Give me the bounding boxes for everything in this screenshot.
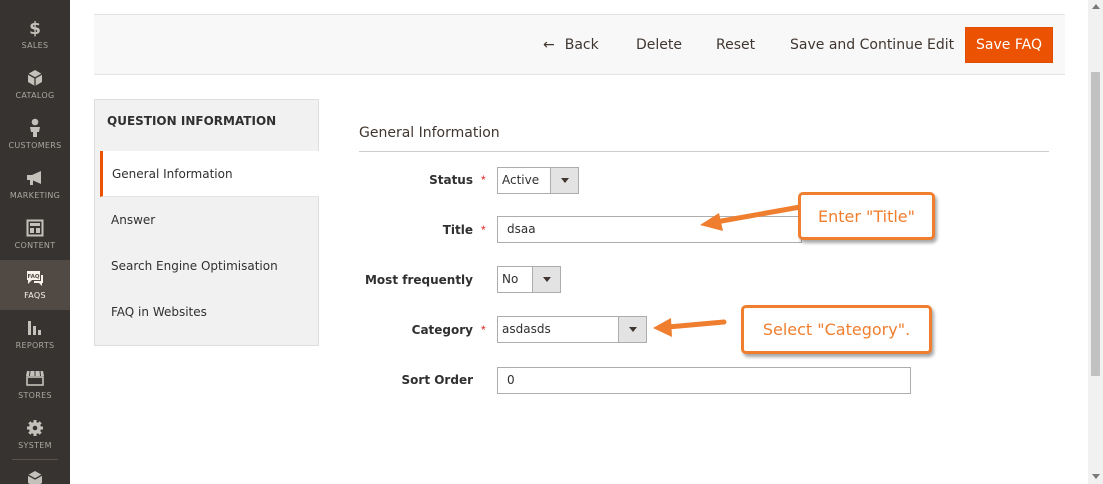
back-button-label: Back [564,37,599,53]
status-select[interactable]: Active [497,167,579,194]
most-frequently-select[interactable]: No [497,266,561,293]
status-label: Status [429,173,473,187]
tabs-title: QUESTION INFORMATION [107,114,277,128]
fieldset-divider [359,151,1049,152]
page-scrollbar[interactable] [1088,0,1103,484]
save-faq-button[interactable]: Save FAQ [965,27,1053,63]
megaphone-icon [25,168,45,188]
scroll-thumb[interactable] [1091,72,1100,376]
sidebar-item-label: FAQS [24,291,46,300]
admin-sidebar: $ SALES CATALOG CUSTOMERS MARKETING CONT… [0,0,70,484]
sidebar-item-content[interactable]: CONTENT [0,210,70,260]
sidebar-item-label: CONTENT [14,241,56,250]
sort-order-input[interactable]: 0 [497,367,911,394]
dollar-icon: $ [25,18,45,38]
sidebar-item-marketing[interactable]: MARKETING [0,160,70,210]
delete-button[interactable]: Delete [636,15,682,75]
sidebar-item-sales[interactable]: $ SALES [0,10,70,60]
box-icon [25,470,45,484]
chevron-down-icon [550,168,578,193]
sidebar-item-label: REPORTS [15,341,55,350]
title-label: Title [442,223,473,237]
required-marker: * [481,223,486,237]
title-callout: Enter "Title" [798,192,935,240]
storefront-icon [25,368,45,388]
most-frequently-label: Most frequently [364,273,473,287]
svg-text:FAQ: FAQ [27,274,39,280]
category-select-value: asdasds [502,322,551,336]
chevron-down-icon [532,267,560,292]
status-select-value: Active [502,173,540,187]
sidebar-item-label: MARKETING [9,191,61,200]
required-marker: * [481,323,486,337]
sidebar-item-label: CATALOG [15,91,55,100]
question-information-tabs: QUESTION INFORMATION General Information… [94,99,319,346]
category-arrow [653,318,727,337]
sidebar-item-faqs[interactable]: FAQ FAQS [0,260,70,310]
arrow-left-icon: ← [543,37,555,53]
sidebar-item-reports[interactable]: REPORTS [0,310,70,360]
sidebar-item-label: SALES [21,41,49,50]
sort-order-label: Sort Order [401,373,473,387]
page-actions-bar: ← Back Delete Reset Save and Continue Ed… [94,14,1065,75]
layout-icon [25,218,45,238]
chevron-down-icon [618,317,646,342]
tab-faq-in-websites[interactable]: FAQ in Websites [100,289,319,335]
sidebar-item-label: CUSTOMERS [8,141,62,150]
sidebar-item-label: SYSTEM [18,441,52,450]
most-frequently-select-value: No [502,272,519,286]
faq-chat-icon: FAQ [25,268,45,288]
sidebar-item-customers[interactable]: CUSTOMERS [0,110,70,160]
gear-icon [25,418,45,438]
svg-text:$: $ [29,19,41,38]
category-select[interactable]: asdasds [497,316,647,343]
tab-answer[interactable]: Answer [100,197,319,243]
sidebar-item-label: STORES [18,391,52,400]
save-and-continue-button[interactable]: Save and Continue Edit [790,15,954,75]
fieldset-title: General Information [359,125,500,141]
cube-icon [25,68,45,88]
scroll-up-icon[interactable] [1092,4,1100,9]
title-input[interactable]: dsaa [497,216,802,243]
bar-chart-icon [25,318,45,338]
reset-button[interactable]: Reset [716,15,755,75]
sidebar-divider [12,459,58,460]
category-label: Category [411,323,473,337]
sidebar-item-extensions[interactable] [0,462,70,484]
scroll-down-icon[interactable] [1092,474,1100,479]
sidebar-item-system[interactable]: SYSTEM [0,410,70,460]
person-icon [25,118,45,138]
back-button[interactable]: ← Back [543,15,599,75]
tab-general-information[interactable]: General Information [100,151,319,197]
sidebar-item-stores[interactable]: STORES [0,360,70,410]
required-marker: * [481,173,486,187]
tab-search-engine-optimisation[interactable]: Search Engine Optimisation [100,243,319,289]
sidebar-item-catalog[interactable]: CATALOG [0,60,70,110]
category-callout: Select "Category". [741,305,932,354]
